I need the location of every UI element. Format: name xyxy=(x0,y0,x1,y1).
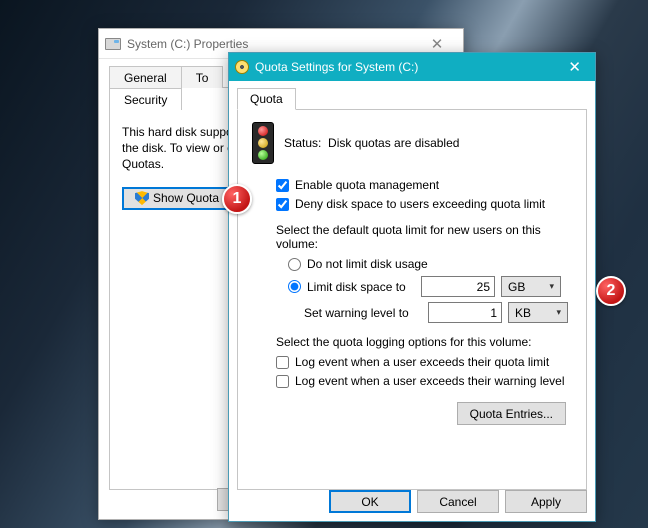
drive-icon xyxy=(105,38,121,50)
status-text: Status: Disk quotas are disabled xyxy=(284,136,459,150)
close-icon[interactable]: ✕ xyxy=(417,35,457,53)
chevron-down-icon: ▾ xyxy=(549,281,554,292)
warning-unit-select[interactable]: KB ▾ xyxy=(508,302,568,323)
log-limit-label: Log event when a user exceeds their quot… xyxy=(295,355,549,369)
quota-panel: Status: Disk quotas are disabled Enable … xyxy=(237,110,587,490)
cancel-button[interactable]: Cancel xyxy=(417,490,499,513)
deny-space-checkbox[interactable] xyxy=(276,198,289,211)
annotation-badge-2: 2 xyxy=(596,276,626,306)
log-limit-checkbox[interactable] xyxy=(276,356,289,369)
show-quota-label: Show Quota xyxy=(153,191,219,205)
limit-unit-select[interactable]: GB ▾ xyxy=(501,276,561,297)
annotation-badge-1: 1 xyxy=(222,184,252,214)
quota-titlebar[interactable]: Quota Settings for System (C:) ✕ xyxy=(229,53,595,81)
no-limit-label: Do not limit disk usage xyxy=(307,257,428,271)
warning-value-input[interactable] xyxy=(428,302,502,323)
limit-to-label: Limit disk space to xyxy=(307,280,415,294)
warning-level-label: Set warning level to xyxy=(304,306,422,320)
tab-general[interactable]: General xyxy=(109,66,182,88)
quota-tabs: Quota xyxy=(237,87,587,110)
quota-entries-button[interactable]: Quota Entries... xyxy=(457,402,566,425)
tab-quota[interactable]: Quota xyxy=(237,88,296,110)
ok-button[interactable]: OK xyxy=(329,490,411,513)
quota-dialog-buttons: OK Cancel Apply xyxy=(237,490,587,513)
logging-label: Select the quota logging options for thi… xyxy=(276,335,572,349)
quota-settings-window: Quota Settings for System (C:) ✕ Quota S… xyxy=(228,52,596,522)
log-warning-label: Log event when a user exceeds their warn… xyxy=(295,374,565,388)
traffic-light-icon xyxy=(252,122,274,164)
tab-security[interactable]: Security xyxy=(109,88,182,111)
deny-space-label: Deny disk space to users exceeding quota… xyxy=(295,197,545,211)
default-limit-label: Select the default quota limit for new u… xyxy=(276,223,572,251)
log-warning-checkbox[interactable] xyxy=(276,375,289,388)
chevron-down-icon: ▾ xyxy=(556,307,561,318)
limit-to-radio[interactable] xyxy=(288,280,301,293)
tab-tools[interactable]: To xyxy=(181,66,224,88)
close-icon[interactable]: ✕ xyxy=(560,58,589,76)
no-limit-radio[interactable] xyxy=(288,258,301,271)
show-quota-button[interactable]: Show Quota xyxy=(122,187,232,210)
properties-title: System (C:) Properties xyxy=(127,37,417,51)
enable-quota-checkbox[interactable] xyxy=(276,179,289,192)
shield-icon xyxy=(135,191,149,205)
quota-title: Quota Settings for System (C:) xyxy=(255,60,560,74)
apply-button[interactable]: Apply xyxy=(505,490,587,513)
enable-quota-label: Enable quota management xyxy=(295,178,439,192)
limit-value-input[interactable] xyxy=(421,276,495,297)
disc-icon xyxy=(235,60,249,74)
